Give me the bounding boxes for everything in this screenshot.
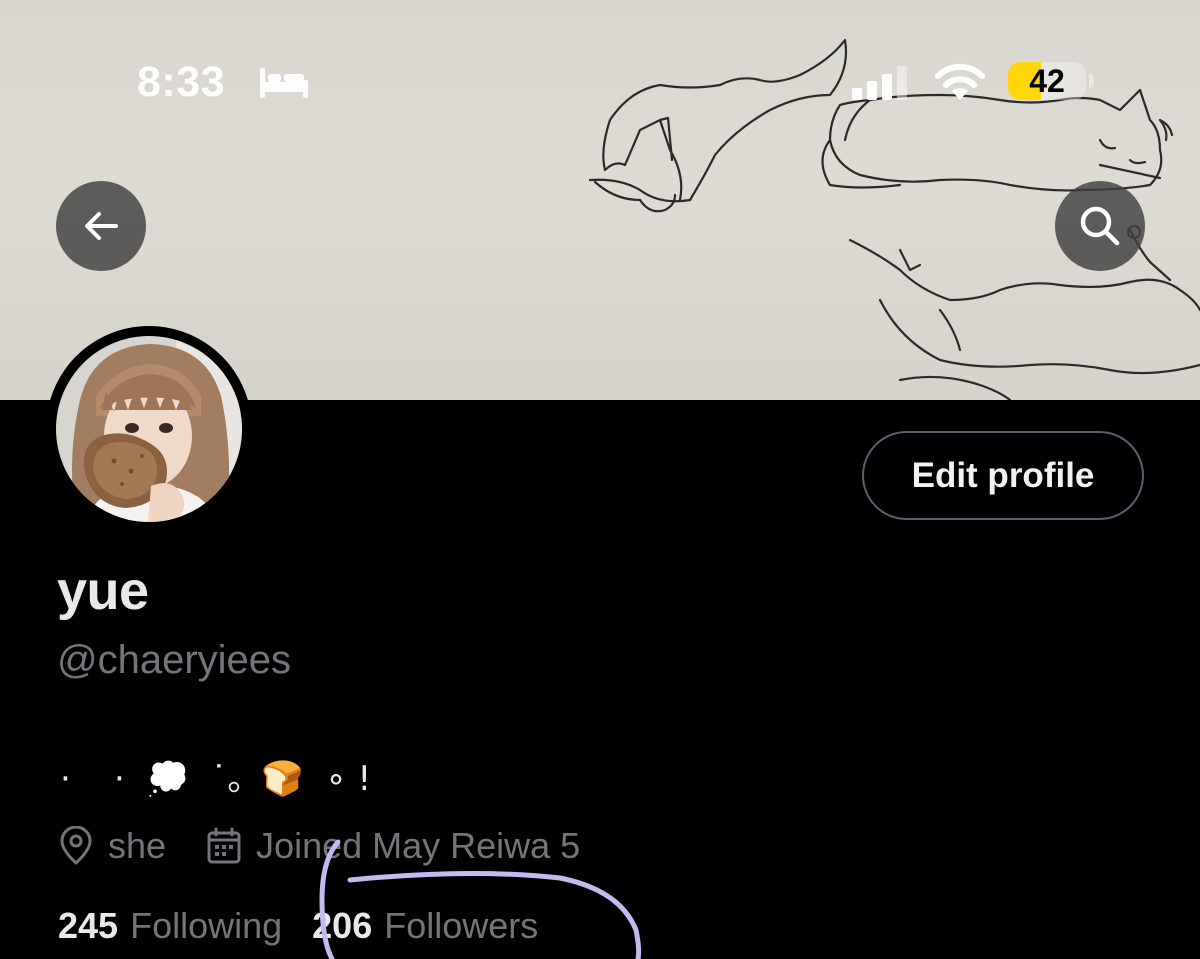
joined-date-text: Joined May Reiwa 5 — [256, 825, 581, 866]
location-text: she — [108, 825, 167, 866]
search-button[interactable] — [1055, 181, 1145, 271]
profile-meta: she Joined May Reiwa 5 — [58, 822, 580, 870]
profile-bio: · · 💭 ˙。🍞 ∘ ! — [60, 758, 372, 799]
calendar-icon — [207, 827, 241, 864]
joined-date-item: Joined May Reiwa 5 — [206, 825, 580, 867]
follow-stats: 245 Following 206 Followers — [58, 900, 538, 952]
edit-profile-button[interactable]: Edit profile — [862, 431, 1144, 520]
battery-tip — [1089, 74, 1094, 88]
username-handle: @chaeryiees — [57, 638, 292, 682]
avatar[interactable] — [46, 326, 252, 532]
back-button[interactable] — [56, 181, 146, 271]
avatar-photo — [56, 336, 242, 522]
battery-percentage: 42 — [1029, 62, 1065, 99]
followers-label[interactable]: Followers — [384, 905, 538, 947]
followers-count[interactable]: 206 — [312, 905, 372, 947]
bed-icon — [260, 68, 308, 98]
wifi-icon — [935, 63, 985, 100]
cellular-signal-icon — [852, 66, 907, 100]
avatar-illustration — [56, 336, 242, 522]
location-item: she — [58, 825, 166, 867]
arrow-left-icon — [85, 212, 118, 240]
display-name: yue — [57, 561, 149, 621]
following-label[interactable]: Following — [130, 905, 282, 947]
following-count[interactable]: 245 — [58, 905, 118, 947]
status-bar-time: 8:33 — [137, 58, 226, 106]
map-pin-icon — [60, 826, 92, 865]
search-icon — [1080, 206, 1120, 246]
battery-icon: 42 — [1008, 62, 1086, 100]
